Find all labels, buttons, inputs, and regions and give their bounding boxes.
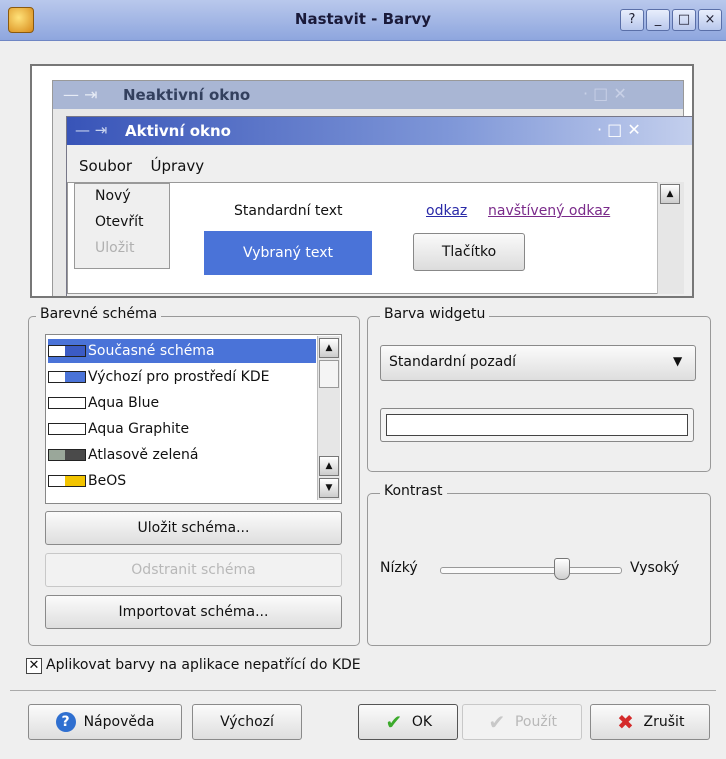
- import-scheme-button[interactable]: Importovat schéma...: [45, 595, 342, 629]
- visited-link-text: navštívený odkaz: [488, 203, 611, 219]
- contrast-group-title: Kontrast: [380, 483, 447, 499]
- scroll-thumb[interactable]: [319, 360, 339, 388]
- checkmark-icon: ✔: [385, 710, 403, 734]
- selected-text: Vybraný text: [204, 231, 372, 275]
- ok-button[interactable]: ✔ OK: [358, 704, 458, 740]
- apply-checkbox[interactable]: ✕: [26, 658, 42, 674]
- help-window-button[interactable]: ?: [620, 9, 644, 31]
- inactive-window-titlebar: — ⇥ Neaktivní okno · □ ✕: [53, 81, 683, 109]
- close-button[interactable]: ×: [698, 9, 722, 31]
- widget-color-group-title: Barva widgetu: [380, 306, 490, 322]
- checkmark-icon: ✔: [488, 710, 506, 734]
- popup-item-disabled: Uložit: [95, 240, 135, 256]
- list-item-label: Aqua Graphite: [88, 421, 190, 437]
- active-window-title: Aktivní okno: [125, 122, 231, 140]
- remove-scheme-button[interactable]: Odstranit schéma: [45, 553, 342, 587]
- scheme-group-title: Barevné schéma: [36, 306, 162, 322]
- popup-item: Nový: [95, 188, 131, 204]
- swatch-icon: [48, 345, 86, 357]
- swatch-icon: [48, 423, 86, 435]
- scroll-up-icon: ▲: [660, 184, 680, 204]
- pin-icon: — ⇥: [63, 85, 98, 104]
- cancel-icon: ✖: [617, 710, 634, 734]
- swatch-icon: [48, 397, 86, 409]
- window-controls-icon: · □ ✕: [597, 120, 641, 139]
- pin-icon: — ⇥: [75, 121, 108, 139]
- apply-button-label: Použít: [514, 714, 558, 730]
- help-button-label: Nápověda: [83, 714, 155, 730]
- title-bar[interactable]: Nastavit - Barvy ? _ □ ×: [0, 0, 726, 41]
- save-scheme-button[interactable]: Uložit schéma...: [45, 511, 342, 545]
- widget-color-select-value: Standardní pozadí: [389, 354, 517, 370]
- contrast-slider-track[interactable]: [440, 567, 622, 574]
- swatch-icon: [48, 371, 86, 383]
- popup-item: Otevřít: [95, 214, 144, 230]
- active-window-preview: — ⇥ Aktivní okno · □ ✕ Soubor Úpravy Nov…: [66, 116, 692, 296]
- help-icon: ?: [55, 712, 76, 732]
- preview-content: Nový Otevřít Uložit Standardní text Vybr…: [67, 182, 669, 294]
- list-item-label: Aqua Blue: [88, 395, 160, 411]
- list-item[interactable]: Současné schéma: [48, 339, 316, 363]
- color-preview[interactable]: — ⇥ Neaktivní okno · □ ✕ — ⇥ Aktivní okn…: [30, 64, 694, 298]
- help-button[interactable]: ? Nápověda: [28, 704, 182, 740]
- preview-scrollbar: ▲: [657, 182, 684, 294]
- standard-text: Standardní text: [234, 203, 343, 219]
- contrast-low-label: Nízký: [380, 560, 418, 576]
- color-swatch: [386, 414, 688, 436]
- list-item-label: BeOS: [88, 473, 127, 489]
- minimize-button[interactable]: _: [646, 9, 670, 31]
- chevron-down-icon: ▼: [673, 354, 683, 368]
- swatch-icon: [48, 449, 86, 461]
- menu-soubor: Soubor: [79, 157, 133, 175]
- cancel-button-label: Zrušit: [643, 714, 685, 730]
- list-item-label: Současné schéma: [88, 343, 215, 359]
- list-item[interactable]: Atlasově zelená: [48, 443, 316, 467]
- list-item[interactable]: Aqua Graphite: [48, 417, 316, 441]
- widget-color-group: [367, 316, 711, 472]
- list-item-label: Atlasově zelená: [88, 447, 199, 463]
- swatch-icon: [48, 475, 86, 487]
- widget-color-select[interactable]: Standardní pozadí ▼: [380, 345, 696, 381]
- window-controls-icon: · □ ✕: [583, 84, 627, 103]
- color-button[interactable]: [380, 408, 694, 442]
- list-scrollbar[interactable]: ▲ ▲ ▼: [317, 336, 340, 500]
- list-item[interactable]: BeOS: [48, 469, 316, 493]
- cancel-button[interactable]: ✖ Zrušit: [590, 704, 710, 740]
- menu-upravy: Úpravy: [150, 157, 205, 175]
- inactive-window-title: Neaktivní okno: [123, 86, 251, 104]
- divider: [10, 690, 716, 691]
- scroll-up-icon[interactable]: ▲: [319, 456, 339, 476]
- scroll-down-icon[interactable]: ▼: [319, 478, 339, 498]
- preview-popup-menu: Nový Otevřít Uložit: [74, 183, 170, 269]
- ok-button-label: OK: [411, 714, 433, 730]
- sample-button: Tlačítko: [413, 233, 525, 271]
- apply-checkbox-label[interactable]: Aplikovat barvy na aplikace nepatřící do…: [46, 657, 361, 673]
- scheme-list[interactable]: Současné schéma Výchozí pro prostředí KD…: [45, 334, 342, 504]
- window-title: Nastavit - Barvy: [294, 10, 432, 28]
- apply-button[interactable]: ✔ Použít: [462, 704, 582, 740]
- list-item-label: Výchozí pro prostředí KDE: [88, 369, 270, 385]
- link-text: odkaz: [426, 203, 468, 219]
- active-window-titlebar: — ⇥ Aktivní okno · □ ✕: [67, 117, 692, 145]
- list-item[interactable]: Výchozí pro prostředí KDE: [48, 365, 316, 389]
- contrast-high-label: Vysoký: [630, 560, 680, 576]
- contrast-slider-handle[interactable]: [553, 558, 570, 580]
- scroll-up-icon[interactable]: ▲: [319, 338, 339, 358]
- list-item[interactable]: Aqua Blue: [48, 391, 316, 415]
- preview-menubar: Soubor Úpravy: [79, 157, 218, 175]
- defaults-button[interactable]: Výchozí: [192, 704, 302, 740]
- maximize-button[interactable]: □: [672, 9, 696, 31]
